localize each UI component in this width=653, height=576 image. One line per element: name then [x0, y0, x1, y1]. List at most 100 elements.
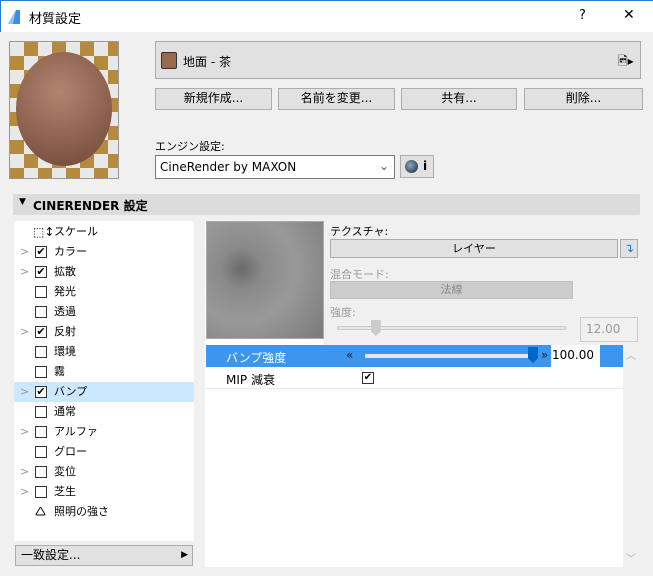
channel-checkbox[interactable] [35, 426, 47, 438]
channel-label: 拡散 [54, 265, 76, 278]
channel-label: 発光 [54, 285, 76, 298]
texture-load-icon[interactable]: ↴ [620, 239, 638, 258]
chevron-right-icon[interactable]: > [20, 382, 29, 402]
channel-checkbox[interactable] [35, 286, 47, 298]
material-swatch [161, 52, 177, 69]
channel-item[interactable]: 透過 [14, 302, 194, 322]
info-icon: i [423, 159, 428, 173]
channel-item[interactable]: > アルファ [14, 422, 194, 442]
match-settings-label: 一致設定... [21, 548, 81, 562]
channel-item[interactable]: > ✔ カラー [14, 242, 194, 262]
strength-slider [337, 320, 566, 336]
channel-item[interactable]: 環境 [14, 342, 194, 362]
chevron-right-icon[interactable]: > [20, 322, 29, 342]
channel-item[interactable]: > ✔ 反射 [14, 322, 194, 342]
channel-label: 霧 [54, 365, 65, 378]
chevron-right-icon[interactable]: > [20, 242, 29, 262]
image-menu-icon[interactable]: 🖻▸ [618, 52, 634, 73]
cinema4d-icon [405, 160, 418, 173]
channel-label: アルファ [54, 425, 98, 438]
channel-checkbox[interactable]: ✔ [35, 246, 47, 258]
strength-label: 強度: [330, 306, 356, 319]
channel-label: スケール [54, 225, 98, 238]
scale-icon: ⬚↕ [33, 225, 55, 239]
decrease-icon[interactable]: « [346, 348, 353, 362]
engine-value: CineRender by MAXON [160, 160, 297, 174]
channel-item[interactable]: グロー [14, 442, 194, 462]
mip-checkbox[interactable]: ✔ [362, 372, 374, 384]
share-button[interactable]: 共有... [401, 88, 517, 110]
channel-label: カラー [54, 245, 87, 258]
channel-checkbox[interactable]: ✔ [35, 326, 47, 338]
increase-icon[interactable]: » [541, 348, 548, 362]
channel-label: 芝生 [54, 485, 76, 498]
channel-item[interactable]: > ✔ 拡散 [14, 262, 194, 282]
channel-checkbox[interactable]: ✔ [35, 386, 47, 398]
channel-label: 照明の強さ [54, 505, 109, 518]
light-bulb-icon: 🛆 [35, 505, 46, 518]
channel-item[interactable]: 霧 [14, 362, 194, 382]
blend-mode-button: 法線 [330, 281, 573, 299]
channel-checkbox[interactable] [35, 466, 47, 478]
chevron-down-icon: ⌄ [378, 159, 389, 173]
mip-row: MIP 減衰 ✔ [206, 367, 623, 389]
title-bar: 材質設定 ? ✕ [0, 0, 653, 32]
material-name: 地面 - 茶 [183, 55, 231, 69]
help-button[interactable]: ? [579, 8, 586, 23]
channel-checkbox[interactable] [35, 306, 47, 318]
channel-label: 反射 [54, 325, 76, 338]
channel-label: グロー [54, 445, 87, 458]
strength-value: 12.00 [580, 317, 638, 342]
channel-checkbox[interactable] [35, 346, 47, 358]
chevron-right-icon[interactable]: > [20, 262, 29, 282]
scrollbar[interactable]: ︿ ﹀ [623, 345, 640, 567]
chevron-right-icon[interactable]: > [20, 482, 29, 502]
texture-label: テクスチャ: [330, 225, 389, 238]
section-title: CINERENDER 設定 [33, 199, 148, 213]
scroll-up-icon[interactable]: ︿ [626, 347, 636, 362]
mip-label: MIP 減衰 [226, 373, 275, 387]
texture-preview [206, 221, 324, 339]
bump-slider-thumb[interactable] [528, 347, 538, 363]
material-preview [9, 41, 119, 179]
delete-button[interactable]: 削除... [524, 88, 643, 110]
new-button[interactable]: 新規作成... [155, 88, 272, 110]
channel-checkbox[interactable]: ✔ [35, 266, 47, 278]
channel-label: 通常 [54, 405, 76, 418]
channel-item[interactable]: ⬚↕ スケール [14, 222, 194, 242]
archicad-logo-icon [8, 10, 20, 24]
engine-label: エンジン設定: [155, 140, 225, 153]
bump-strength-input[interactable]: 100.00 [551, 345, 600, 367]
bump-strength-row[interactable]: バンプ強度 « » 100.00 [206, 345, 623, 367]
window-title: 材質設定 [29, 12, 82, 27]
channel-label: 変位 [54, 465, 76, 478]
material-selector[interactable]: 地面 - 茶 🖻▸ [155, 41, 641, 79]
engine-dropdown[interactable]: CineRender by MAXON ⌄ [155, 155, 395, 179]
blend-mode-label: 混合モード: [330, 268, 389, 281]
channel-item[interactable]: 発光 [14, 282, 194, 302]
channel-checkbox[interactable] [35, 486, 47, 498]
channel-label: バンプ [54, 385, 88, 398]
channel-checkbox[interactable] [35, 406, 47, 418]
chevron-right-icon[interactable]: > [20, 422, 29, 442]
engine-info-button[interactable]: i [400, 155, 434, 178]
channel-checkbox[interactable] [35, 366, 47, 378]
match-settings-button[interactable]: 一致設定... ▶ [15, 545, 193, 566]
channel-item[interactable]: 通常 [14, 402, 194, 422]
channel-label: 透過 [54, 305, 76, 318]
bump-strength-label: バンプ強度 [226, 351, 287, 365]
bump-strength-slider[interactable] [365, 347, 538, 363]
channel-item[interactable]: > 芝生 [14, 482, 194, 502]
scroll-down-icon[interactable]: ﹀ [626, 550, 636, 565]
channel-item[interactable]: > 変位 [14, 462, 194, 482]
channel-item[interactable]: 🛆 照明の強さ [14, 502, 194, 522]
close-button[interactable]: ✕ [623, 7, 635, 23]
chevron-right-icon[interactable]: > [20, 462, 29, 482]
texture-layer-button[interactable]: レイヤー [330, 239, 618, 258]
section-header[interactable]: ▼ CINERENDER 設定 [13, 194, 640, 215]
rename-button[interactable]: 名前を変更... [278, 88, 395, 110]
channel-label: 環境 [54, 345, 76, 358]
channel-checkbox[interactable] [35, 446, 47, 458]
channel-item[interactable]: > ✔ バンプ [14, 382, 194, 402]
arrow-right-icon: ▶ [181, 550, 188, 560]
